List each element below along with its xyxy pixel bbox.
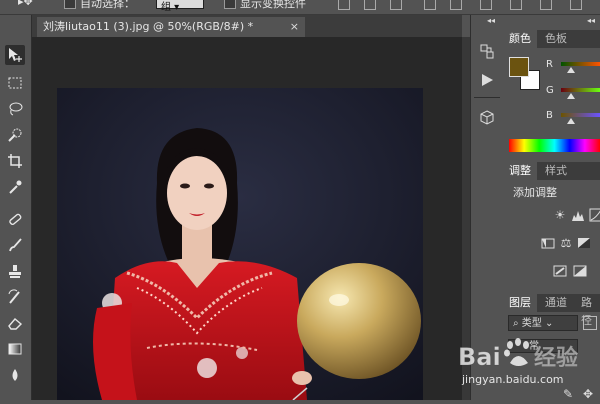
canvas-scrollbar[interactable] xyxy=(462,37,470,400)
crop-tool-icon[interactable] xyxy=(5,151,25,171)
photo-filter-icon[interactable] xyxy=(553,264,567,278)
panel-collapse-icon[interactable]: ◂◂ xyxy=(587,16,595,25)
close-icon[interactable]: × xyxy=(290,17,299,37)
collapse-icon[interactable]: ◂◂ xyxy=(487,16,495,25)
channel-r-label: R xyxy=(546,59,553,70)
show-transform-checkbox[interactable] xyxy=(224,0,236,9)
align-left-icon[interactable] xyxy=(424,0,436,10)
align-hcenter-icon[interactable] xyxy=(450,0,462,10)
lasso-tool-icon[interactable] xyxy=(5,99,25,119)
document-tab-bar: 刘涛liutao11 (3).jpg @ 50%(RGB/8#) * × xyxy=(32,15,462,37)
distribute-left-icon[interactable] xyxy=(570,0,582,10)
layers-panel-tabs: 图层 通道 路径 xyxy=(503,294,600,327)
tab-channels[interactable]: 通道 xyxy=(539,294,573,312)
brush-lock-icon[interactable]: ✎ xyxy=(563,387,577,401)
quick-selection-tool-icon[interactable] xyxy=(5,125,25,145)
move-tool-preset-icon[interactable]: ▸✥ xyxy=(18,0,33,8)
layer-filter-dropdown[interactable]: ⌕ 类型 ⌄ xyxy=(508,315,578,331)
auto-select-checkbox[interactable] xyxy=(64,0,76,9)
tools-panel xyxy=(0,15,32,400)
marquee-tool-icon[interactable] xyxy=(5,73,25,93)
tab-paths[interactable]: 路径 xyxy=(575,294,600,327)
channel-g-label: G xyxy=(546,85,554,96)
tab-adjustments[interactable]: 调整 xyxy=(503,162,537,180)
collapsed-panels-dock: ◂◂ xyxy=(470,15,504,400)
3d-panel-icon[interactable] xyxy=(478,109,496,127)
tab-layers[interactable]: 图层 xyxy=(503,294,537,312)
add-adjustment-label: 添加调整 xyxy=(513,186,557,199)
channel-g-thumb[interactable] xyxy=(567,93,575,99)
distribute-bottom-icon[interactable] xyxy=(540,0,552,10)
move-lock-icon[interactable]: ✥ xyxy=(583,387,597,401)
channel-b-label: B xyxy=(546,110,553,121)
channel-r-slider[interactable] xyxy=(561,62,600,66)
blur-tool-icon[interactable] xyxy=(5,365,25,385)
align-bottom-icon[interactable] xyxy=(390,0,402,10)
canvas-image xyxy=(57,88,423,400)
align-top-icon[interactable] xyxy=(338,0,350,10)
gradient-tool-icon[interactable] xyxy=(5,339,25,359)
color-balance-icon[interactable]: ⚖ xyxy=(559,236,573,250)
vibrance-icon[interactable] xyxy=(541,236,555,250)
auto-select-value: 组 xyxy=(161,2,171,13)
channel-b-thumb[interactable] xyxy=(567,118,575,124)
right-panels: ◂◂ 颜色 色板 R G B 调整 样式 添加调整 ☀ ⚖ 图层 通道 路径 ⌕… xyxy=(503,15,600,401)
layer-filter-value: 类型 xyxy=(521,318,542,329)
search-icon: ⌕ xyxy=(513,318,519,329)
document-tab-title: 刘涛liutao11 (3).jpg @ 50%(RGB/8#) * xyxy=(43,20,254,33)
auto-select-label: 自动选择： xyxy=(80,0,135,10)
dock-divider xyxy=(474,97,500,98)
filter-pixel-layers-icon[interactable] xyxy=(583,316,597,330)
options-bar: ▸✥ 自动选择： 组 ▾ 显示变换控件 xyxy=(0,0,600,15)
channel-g-slider[interactable] xyxy=(561,88,600,92)
eraser-tool-icon[interactable] xyxy=(5,313,25,333)
chevron-down-icon: ⌄ xyxy=(544,318,554,329)
tab-swatches[interactable]: 色板 xyxy=(539,30,573,48)
auto-select-dropdown[interactable]: 组 ▾ xyxy=(156,0,204,13)
blend-mode-dropdown[interactable]: 常 xyxy=(508,339,578,353)
curves-icon[interactable] xyxy=(589,208,600,222)
tab-color[interactable]: 颜色 xyxy=(503,30,537,48)
healing-brush-tool-icon[interactable] xyxy=(5,209,25,229)
show-transform-label: 显示变换控件 xyxy=(240,0,306,10)
history-panel-icon[interactable] xyxy=(478,43,496,61)
document-tab[interactable]: 刘涛liutao11 (3).jpg @ 50%(RGB/8#) * × xyxy=(37,17,305,37)
foreground-color-swatch[interactable] xyxy=(509,57,529,77)
history-brush-tool-icon[interactable] xyxy=(5,287,25,307)
channel-r-thumb[interactable] xyxy=(567,67,575,73)
blend-mode-value: 常 xyxy=(529,341,539,352)
brightness-contrast-icon[interactable]: ☀ xyxy=(553,208,567,222)
color-spectrum-ramp[interactable] xyxy=(509,139,600,152)
actions-play-icon[interactable] xyxy=(478,71,496,89)
brush-tool-icon[interactable] xyxy=(5,235,25,255)
move-tool-icon[interactable] xyxy=(5,45,25,65)
align-vcenter-icon[interactable] xyxy=(364,0,376,10)
black-white-icon[interactable] xyxy=(577,236,591,250)
distribute-vcenter-icon[interactable] xyxy=(510,0,522,10)
invert-icon[interactable] xyxy=(573,264,587,278)
levels-icon[interactable] xyxy=(571,208,585,222)
clone-stamp-tool-icon[interactable] xyxy=(5,261,25,281)
eyedropper-tool-icon[interactable] xyxy=(5,177,25,197)
adjustments-panel-tabs: 调整 样式 xyxy=(503,162,600,180)
channel-b-slider[interactable] xyxy=(561,113,600,117)
tab-styles[interactable]: 样式 xyxy=(539,162,573,180)
color-panel-tabs: 颜色 色板 xyxy=(503,30,600,48)
distribute-top-icon[interactable] xyxy=(480,0,492,10)
